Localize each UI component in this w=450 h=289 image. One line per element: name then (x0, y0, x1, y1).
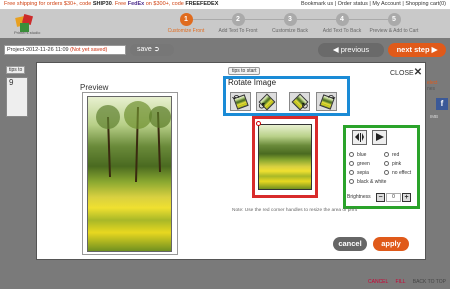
top-links: Bookmark us | Order status | My Account … (301, 1, 446, 7)
facebook-icon[interactable]: f (436, 98, 448, 110)
effect-red[interactable]: red (384, 152, 399, 158)
step-add-text-front[interactable]: 2 Add Text To Front (212, 13, 264, 34)
next-step-button[interactable]: next step ▶ (388, 43, 446, 57)
bookmark-link[interactable]: Bookmark us (301, 1, 333, 7)
flip-horizontal-button[interactable] (352, 130, 367, 145)
brightness-value[interactable]: 0 (386, 193, 401, 202)
effect-pink[interactable]: pink (384, 161, 401, 167)
cancel-button[interactable]: cancel (333, 237, 367, 251)
my-account-link[interactable]: My Account (372, 1, 400, 7)
flip-horizontal-icon (355, 133, 364, 142)
effect-green[interactable]: green (349, 161, 370, 167)
rotate-title: Rotate Image (228, 78, 277, 87)
arrow-right-icon: ▶ (431, 45, 438, 54)
brightness-increase-button[interactable]: + (402, 193, 411, 202)
promo-text: Free shipping for orders $30+, code SHIP… (4, 1, 219, 7)
tree-illustration (96, 101, 171, 183)
save-icon: ➲ (153, 46, 160, 53)
save-status: (Not yet saved) (70, 47, 108, 53)
project-name-field[interactable]: Project-2012-11-26 11:09 (Not yet saved) (4, 45, 126, 55)
apply-button[interactable]: apply (373, 237, 409, 251)
shopping-cart-link[interactable]: Shopping cart(0) (405, 1, 446, 7)
close-icon: ✕ (413, 67, 423, 78)
resize-note: Note: Use the red corner handles to resi… (232, 208, 358, 213)
preview-image (87, 96, 172, 252)
right-panel: elect nes (427, 80, 438, 92)
save-button[interactable]: save ➲ (130, 44, 174, 56)
order-status-link[interactable]: Order status (338, 1, 368, 7)
flip-vertical-button[interactable] (372, 130, 387, 145)
step-preview-add-cart[interactable]: 5 Preview & Add to Cart (368, 13, 420, 34)
footer-links: CANCEL FILL BACK TO TOP (362, 279, 446, 285)
arrow-left-icon: ◀ (332, 45, 339, 54)
back-to-top-link[interactable]: BACK TO TOP (413, 279, 446, 285)
side-label: IMB (430, 114, 439, 119)
logo-text: Printer's studio (14, 30, 41, 35)
rotate-right-icon: ↷ (328, 93, 336, 103)
crop-image[interactable] (258, 124, 312, 190)
rotate-left-90-button[interactable]: ↶ (230, 92, 251, 111)
rotate-right-90-button[interactable]: ↷ (316, 92, 337, 111)
brightness-label: Brightness (347, 194, 371, 200)
effect-black-white[interactable]: black & white (349, 179, 386, 185)
tips-to-start-button[interactable]: tips to start (228, 67, 261, 75)
effect-blue[interactable]: blue (349, 152, 366, 158)
step-add-text-back[interactable]: 4 Add Text To Back (316, 13, 368, 34)
footer-cancel-link[interactable]: CANCEL (368, 279, 388, 285)
close-button[interactable]: CLOSE✕ (390, 67, 422, 78)
footer-fill-link[interactable]: FILL (396, 279, 406, 285)
previous-button[interactable]: ◀ previous (318, 43, 384, 57)
rotate-left-icon: ↶ (232, 93, 240, 103)
resize-handle-icon[interactable] (256, 121, 261, 126)
rotate-left-icon: ↺ (258, 101, 266, 111)
card-thumbnail[interactable]: 9 (6, 77, 28, 117)
step-customize-front[interactable]: 1 Customize Front (160, 13, 212, 34)
rotate-left-button[interactable]: ↺ (256, 92, 277, 111)
brightness-decrease-button[interactable]: − (376, 193, 385, 202)
preview-title: Preview (80, 83, 109, 92)
flip-vertical-icon (376, 133, 384, 141)
fedex-logo: FedEx (127, 1, 145, 7)
rotate-right-icon: ↻ (301, 101, 309, 111)
brightness-control: − 0 + (376, 193, 411, 202)
effect-sepia[interactable]: sepia (349, 170, 369, 176)
tips-button-bg[interactable]: tips to (6, 66, 26, 74)
rotate-right-button[interactable]: ↻ (289, 92, 310, 111)
step-customize-back[interactable]: 3 Customize Back (264, 13, 316, 34)
effect-no-effect[interactable]: no effect (384, 170, 411, 176)
